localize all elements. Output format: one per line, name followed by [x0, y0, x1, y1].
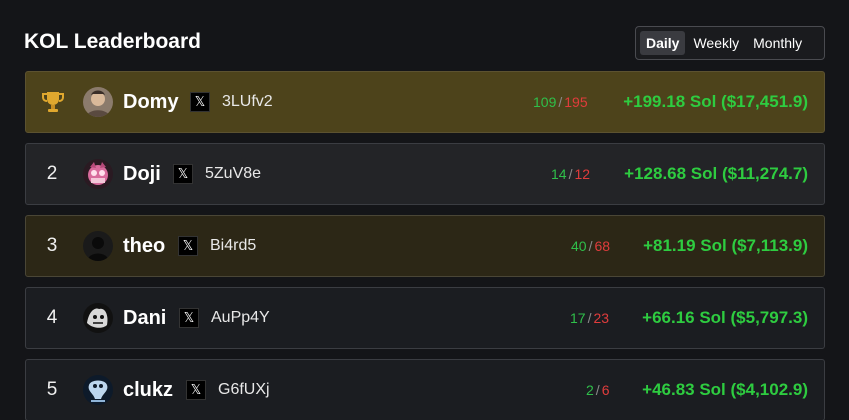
wins-count: 14: [551, 166, 567, 182]
kol-name[interactable]: Dani: [123, 307, 166, 330]
period-selector: Daily Weekly Monthly: [635, 26, 825, 60]
win-loss: 109/195: [533, 94, 588, 110]
wallet-address[interactable]: Bi4rd5: [210, 237, 256, 255]
wallet-address[interactable]: AuPp4Y: [211, 309, 270, 327]
x-logo-icon[interactable]: 𝕏: [178, 236, 198, 256]
rank-number: 2: [46, 163, 58, 184]
kol-name[interactable]: theo: [123, 235, 165, 258]
leaderboard-list: Domy 𝕏 3LUfv2 109/195 +199.18 Sol ($17,4…: [25, 71, 825, 420]
avatar[interactable]: [83, 87, 113, 117]
losses-count: 68: [594, 238, 611, 254]
leaderboard-row[interactable]: 4 Dani 𝕏 AuPp4Y 17/23 +66.16 Sol ($5,797…: [25, 287, 825, 349]
pnl-value: +66.16 Sol ($5,797.3): [642, 308, 808, 327]
period-daily-button[interactable]: Daily: [640, 31, 686, 55]
avatar[interactable]: [83, 303, 113, 333]
wallet-address[interactable]: G6fUXj: [218, 381, 270, 399]
x-logo-icon[interactable]: 𝕏: [186, 380, 206, 400]
wins-count: 109: [533, 94, 557, 110]
avatar[interactable]: [83, 375, 113, 405]
rank-number: 4: [46, 307, 58, 328]
leaderboard-row[interactable]: 3 theo 𝕏 Bi4rd5 40/68 +81.19 Sol ($7,113…: [25, 215, 825, 277]
win-loss-separator: /: [595, 382, 600, 398]
kol-name[interactable]: Domy: [123, 91, 179, 114]
losses-count: 12: [574, 166, 591, 182]
kol-name[interactable]: clukz: [123, 379, 173, 402]
kol-name[interactable]: Doji: [123, 163, 161, 186]
x-logo-icon[interactable]: 𝕏: [179, 308, 199, 328]
wallet-address[interactable]: 5ZuV8e: [205, 165, 261, 183]
losses-count: 23: [593, 310, 610, 326]
win-loss: 2/6: [586, 382, 609, 398]
rank-number: 3: [46, 235, 58, 256]
pnl-value: +81.19 Sol ($7,113.9): [643, 236, 808, 255]
rank-number: 5: [46, 379, 58, 400]
win-loss: 17/23: [570, 310, 609, 326]
page-title: KOL Leaderboard: [24, 30, 201, 53]
avatar[interactable]: [83, 231, 113, 261]
period-monthly-button[interactable]: Monthly: [747, 31, 808, 55]
win-loss: 14/12: [551, 166, 590, 182]
win-loss: 40/68: [571, 238, 610, 254]
period-weekly-button[interactable]: Weekly: [687, 31, 745, 55]
pnl-value: +199.18 Sol ($17,451.9): [623, 92, 808, 111]
pnl-value: +46.83 Sol ($4,102.9): [642, 380, 808, 399]
x-logo-icon[interactable]: 𝕏: [173, 164, 193, 184]
wins-count: 40: [571, 238, 587, 254]
avatar[interactable]: [83, 159, 113, 189]
x-logo-icon[interactable]: 𝕏: [190, 92, 210, 112]
leaderboard-row[interactable]: 5 clukz 𝕏 G6fUXj 2/6 +46.83 Sol ($4,102.…: [25, 359, 825, 420]
pnl-value: +128.68 Sol ($11,274.7): [624, 164, 808, 183]
wins-count: 2: [586, 382, 594, 398]
leaderboard-row[interactable]: 2 Doji 𝕏 5ZuV8e 14/12 +128.68 Sol ($11,2…: [25, 143, 825, 205]
wins-count: 17: [570, 310, 586, 326]
leaderboard-row[interactable]: Domy 𝕏 3LUfv2 109/195 +199.18 Sol ($17,4…: [25, 71, 825, 133]
losses-count: 195: [564, 94, 588, 110]
trophy-icon: [42, 92, 64, 112]
losses-count: 6: [601, 382, 610, 398]
wallet-address[interactable]: 3LUfv2: [222, 93, 273, 111]
